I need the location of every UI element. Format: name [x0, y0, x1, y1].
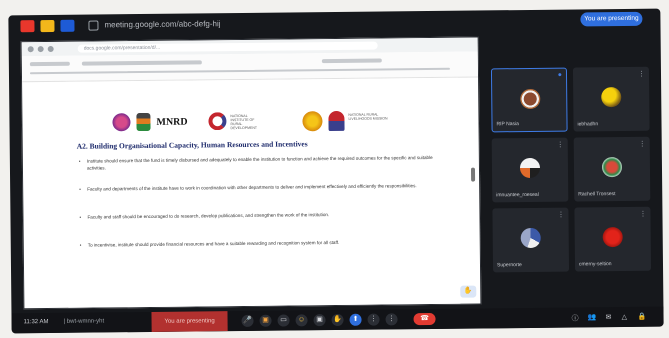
address-bar[interactable]: docs.google.com/presentation/d/...: [77, 41, 378, 53]
avatar: [601, 157, 623, 178]
mic-status-icon[interactable]: ●: [558, 72, 562, 79]
participant-name: Rachell Tronsest: [578, 191, 616, 198]
participant-tile[interactable]: ⋮ Rachell Tronsest: [573, 136, 651, 202]
slide-bullet: To incentivise, institute should provide…: [80, 238, 450, 249]
participant-name: Supernorte: [496, 262, 522, 269]
slide-heading: A2. Building Organisational Capacity, Hu…: [76, 139, 308, 151]
more-options-icon[interactable]: ⋮: [638, 70, 645, 78]
presenting-banner[interactable]: You are presenting: [151, 311, 228, 332]
sun-emblem-logo: [302, 111, 323, 132]
mic-icon[interactable]: 🎤: [241, 314, 254, 327]
raise-hand-icon[interactable]: ✋: [331, 313, 344, 327]
more-options-icon[interactable]: ⋮: [557, 211, 564, 219]
slide-bullet: Faculty and staff should be encouraged t…: [79, 210, 449, 221]
institute-name: NATIONAL INSTITUTE OF RURAL DEVELOPMENT: [230, 113, 258, 131]
reload-icon[interactable]: [47, 45, 54, 53]
participant-tile[interactable]: ⋮ iebhadhn: [572, 66, 650, 132]
leave-call-button[interactable]: ☎: [413, 312, 436, 326]
avatar: [520, 88, 541, 110]
slide-bullet: Institute should ensure that the fund is…: [79, 154, 449, 172]
app-icon-yellow[interactable]: [40, 19, 55, 33]
menu-bar[interactable]: [29, 61, 70, 67]
activities-icon[interactable]: △: [622, 313, 627, 321]
scrollbar-thumb[interactable]: [470, 167, 476, 182]
more-options-icon[interactable]: ⋮: [639, 140, 646, 148]
toolbar-right[interactable]: [321, 58, 382, 64]
participant-tile[interactable]: ● RIP Nasia: [490, 67, 568, 133]
slide-canvas: MNRD NATIONAL INSTITUTE OF RURAL DEVELOP…: [66, 77, 461, 310]
participant-name: imnuantee_roeseal: [496, 191, 539, 199]
mission-figure-logo: [328, 110, 345, 132]
people-icon[interactable]: 👥: [588, 313, 597, 321]
raise-hand-icon[interactable]: ✋: [460, 285, 477, 298]
forward-icon[interactable]: [37, 46, 44, 53]
more-options-icon[interactable]: ⋮: [557, 141, 564, 149]
lock-icon[interactable]: 🔒: [638, 313, 647, 321]
participant-name: iebhadhn: [577, 121, 599, 128]
logo-row: MNRD NATIONAL INSTITUTE OF RURAL DEVELOP…: [112, 108, 402, 137]
meet-top-bar: meeting.google.com/abc-defg-hij You are …: [8, 9, 660, 38]
presenting-status-button[interactable]: You are presenting: [580, 11, 643, 27]
more-options-icon[interactable]: ⋮: [639, 210, 646, 218]
participant-tile[interactable]: ⋮ Supernorte: [492, 207, 570, 273]
shared-screen: docs.google.com/presentation/d/... MNRD …: [20, 36, 482, 310]
tab-icon: [88, 20, 99, 31]
state-emblem-logo: [136, 112, 151, 132]
avatar: [601, 87, 622, 108]
participant-tile[interactable]: ⋮ imnuantee_roeseal: [491, 137, 569, 203]
app-icon-blue[interactable]: [60, 19, 75, 32]
participant-tile[interactable]: ⋮ cmerny-seltion: [574, 206, 652, 272]
info-icon[interactable]: ⓘ: [572, 313, 579, 323]
chat-icon[interactable]: ✉: [606, 313, 612, 321]
monitor-screen: meeting.google.com/abc-defg-hij You are …: [8, 8, 664, 334]
ruler: [29, 67, 450, 75]
emblem-logo: [112, 113, 131, 132]
camera-icon[interactable]: ▣: [259, 314, 272, 327]
back-icon[interactable]: [27, 46, 34, 53]
slide-bullet: Faculty and departments of the institute…: [79, 182, 449, 193]
avatar: [602, 227, 623, 248]
participant-name: cmerny-seltion: [578, 261, 612, 268]
more-options-icon[interactable]: ⋮: [367, 313, 380, 326]
mission-name: NATIONAL RURAL LIVELIHOODS MISSION: [348, 112, 388, 121]
window-title: meeting.google.com/abc-defg-hij: [104, 19, 221, 30]
avatar: [520, 227, 541, 249]
present-icon[interactable]: ▣: [313, 314, 326, 327]
institute-ring-logo: [208, 112, 227, 131]
app-icon-red[interactable]: [20, 20, 35, 33]
mnrd-logo: MNRD: [156, 116, 188, 128]
toolbar-row[interactable]: [81, 60, 202, 66]
emoji-icon[interactable]: ☺: [295, 314, 308, 327]
captions-icon[interactable]: ▭: [277, 314, 290, 327]
avatar: [519, 157, 541, 179]
more-options-icon[interactable]: ⋮: [385, 313, 398, 326]
meeting-controls-bar: 11:32 AM | bwt-wmnn-yht You are presenti…: [11, 306, 664, 334]
participant-name: RIP Nasia: [496, 121, 519, 128]
share-screen-icon[interactable]: ⬆: [349, 313, 362, 326]
meeting-time: 11:32 AM: [23, 319, 49, 326]
meeting-code: | bwt-wmnn-yht: [63, 318, 105, 325]
